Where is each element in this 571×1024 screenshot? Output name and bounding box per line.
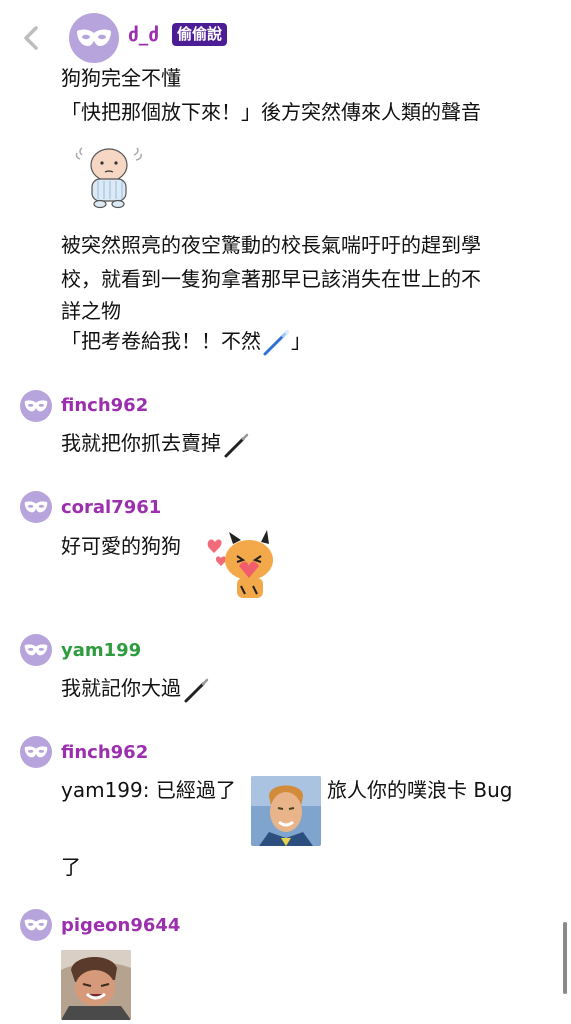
commenter-name[interactable]: yam199 — [61, 640, 141, 661]
mask-icon — [24, 501, 48, 513]
commenter-name[interactable]: coral7961 — [61, 497, 161, 518]
post-line-3: 被突然照亮的夜空驚動的校長氣喘吁吁的趕到學 — [61, 233, 481, 257]
commenter-avatar[interactable] — [20, 909, 52, 941]
comment-text: 好可愛的狗狗 — [61, 534, 181, 558]
commenter-name[interactable]: finch962 — [61, 395, 148, 416]
commenter-avatar[interactable] — [20, 634, 52, 666]
post-line-2: 「快把那個放下來！」後方突然傳來人類的聲音 — [61, 100, 481, 124]
back-button[interactable] — [18, 22, 46, 54]
post-line-6: 「把考卷給我！！不然 」 — [61, 324, 311, 358]
commenter-name[interactable]: finch962 — [61, 742, 148, 763]
comment-text-content: 我就把你抓去賣掉 — [61, 431, 221, 455]
comment-text-wrap: 了 — [61, 855, 81, 879]
magic-wand-icon — [263, 329, 289, 355]
mask-icon — [24, 746, 48, 758]
wand-icon — [184, 678, 209, 702]
wand-icon — [224, 433, 249, 457]
comment-text-after: 旅人你的噗浪卡 Bug — [327, 778, 513, 802]
baby-sticker — [74, 143, 144, 211]
commenter-avatar[interactable] — [20, 736, 52, 768]
post-line-1: 狗狗完全不懂 — [61, 66, 181, 90]
anonymous-badge: 偷偷說 — [172, 23, 228, 46]
man-emoticon-image[interactable] — [251, 776, 321, 846]
commenter-avatar[interactable] — [20, 390, 52, 422]
author-name[interactable]: ძ_ძ — [128, 24, 159, 46]
comment-text-before: yam199: 已經過了 — [61, 778, 236, 802]
mask-icon — [77, 29, 111, 46]
mask-icon — [24, 400, 48, 412]
mask-icon — [24, 919, 48, 931]
post-line-5: 詳之物 — [61, 299, 121, 323]
mask-icon — [24, 644, 48, 656]
post-line-6-text: 「把考卷給我！！不然 — [61, 329, 261, 353]
post-line-6-close: 」 — [291, 329, 311, 353]
commenter-name[interactable]: pigeon9644 — [61, 915, 180, 936]
comment-text: 我就把你抓去賣掉 — [61, 428, 251, 460]
post-line-4: 校，就看到一隻狗拿著那早已該消失在世上的不 — [61, 267, 481, 291]
author-avatar[interactable] — [69, 13, 119, 63]
scrollbar[interactable] — [563, 922, 567, 994]
dog-sticker — [203, 530, 277, 602]
commenter-avatar[interactable] — [20, 491, 52, 523]
laughing-person-image[interactable] — [61, 950, 131, 1020]
chevron-left-icon — [24, 26, 38, 50]
comment-text-content: 我就記你大過 — [61, 676, 181, 700]
comment-text: 我就記你大過 — [61, 673, 211, 705]
